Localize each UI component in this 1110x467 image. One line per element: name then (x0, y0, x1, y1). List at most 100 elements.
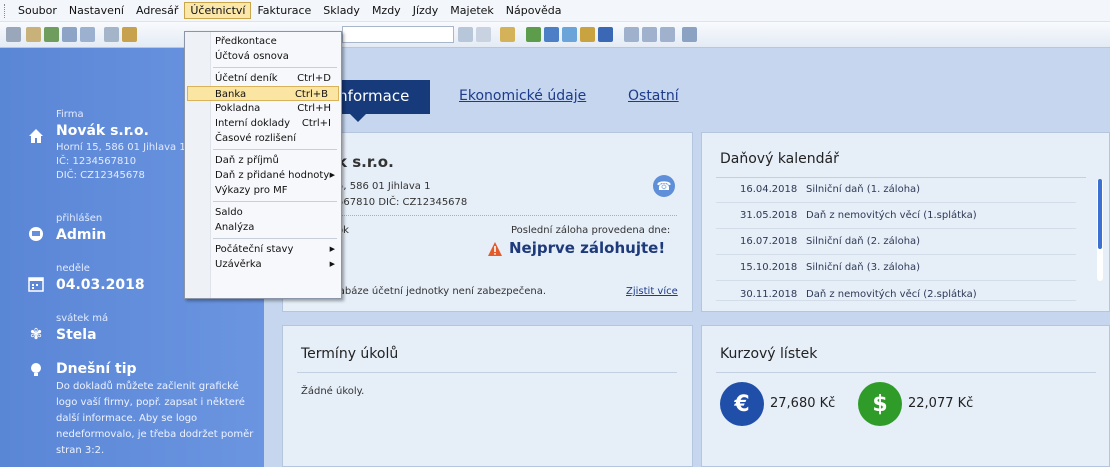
tasks-panel: Termíny úkolů Žádné úkoly. (282, 325, 693, 467)
submenu-arrow-icon: ▶ (329, 171, 335, 179)
menu-saldo[interactable]: Saldo (185, 205, 341, 220)
grid-icon[interactable] (544, 27, 559, 42)
menu-pokladna[interactable]: Pokladna Ctrl+H (185, 101, 341, 116)
rates-divider (716, 372, 1096, 373)
menu-label: Saldo (215, 207, 243, 218)
menu-interni-doklady[interactable]: Interní doklady Ctrl+I (185, 116, 341, 131)
menu-label: Účtová osnova (215, 51, 289, 62)
backup-warning: Nejprve zálohujte! (509, 239, 666, 257)
last-payment-label: Poslední záloha provedena dne: (511, 225, 671, 236)
calendar-scrollbar[interactable] (1097, 179, 1103, 281)
calendar-date: 30.11.2018 (740, 289, 798, 300)
current-date: 04.03.2018 (56, 277, 145, 293)
warning-icon (487, 241, 503, 257)
submenu-arrow-icon: ▶ (329, 245, 335, 253)
menu-analyza[interactable]: Analýza (185, 220, 341, 235)
calendar-icon (28, 276, 44, 292)
menu-ucetni-denik[interactable]: Účetní deník Ctrl+D (185, 71, 341, 86)
tip-title: Dnešní tip (56, 361, 137, 377)
firm-panel-ids: 567810 DIČ: CZ12345678 (337, 197, 468, 208)
firm-panel-title: k s.r.o. (337, 153, 394, 171)
menu-jizdy[interactable]: Jízdy (407, 2, 445, 19)
firm-ic: IČ: 1234567810 (56, 156, 137, 167)
help-icon[interactable] (104, 27, 119, 42)
db-warning-text: Databáze účetní jednotky není zabezpečen… (321, 286, 547, 297)
menu-label: Uzávěrka (215, 259, 262, 270)
firm-dic: DIČ: CZ12345678 (56, 170, 145, 181)
menu-vykazy-pro-mf[interactable]: Výkazy pro MF (185, 183, 341, 198)
calendar-row: 15.10.2018 Silniční daň (3. záloha) (716, 255, 1076, 281)
filter-icon[interactable] (476, 27, 491, 42)
menu-napoveda[interactable]: Nápověda (500, 2, 568, 19)
menu-adresar[interactable]: Adresář (130, 2, 184, 19)
new-document-icon[interactable] (26, 27, 41, 42)
menu-separator (213, 149, 337, 150)
people-icon[interactable] (580, 27, 595, 42)
eur-rate: 27,680 Kč (770, 396, 836, 411)
exchange-rates-panel: Kurzový lístek € 27,680 Kč $ 22,077 Kč (701, 325, 1110, 467)
calendar-date: 16.07.2018 (740, 236, 798, 247)
menu-mzdy[interactable]: Mzdy (366, 2, 407, 19)
help-dropdown-icon[interactable] (682, 27, 697, 42)
lightbulb-icon (28, 362, 44, 378)
menu-label: Interní doklady (215, 118, 291, 129)
table-icon[interactable] (642, 27, 657, 42)
user-block: přihlášen Admin (29, 212, 106, 245)
green-item-icon[interactable] (526, 27, 541, 42)
menu-label: Výkazy pro MF (215, 185, 288, 196)
firm-name: Novák s.r.o. (56, 123, 149, 139)
menu-nastaveni[interactable]: Nastavení (63, 2, 130, 19)
menu-casove-rozliseni[interactable]: Časové rozlišení (185, 131, 341, 146)
calendar-row: 30.11.2018 Daň z nemovitých věcí (2.splá… (716, 281, 1076, 301)
open-icon[interactable] (44, 27, 59, 42)
tab-economic[interactable]: Ekonomické údaje (459, 88, 586, 104)
phone-icon[interactable]: ☎ (653, 175, 675, 197)
menu-soubor[interactable]: Soubor (12, 2, 63, 19)
tip-text: Do dokladů můžete začlenit grafické logo… (56, 381, 254, 456)
day-label: neděle (56, 263, 90, 274)
calendar-text: Silniční daň (3. záloha) (806, 262, 921, 273)
list-icon[interactable] (624, 27, 639, 42)
menu-dan-z-prijmu[interactable]: Daň z příjmů (185, 153, 341, 168)
flower-icon: ✾ (29, 325, 43, 343)
menu-shortcut: Ctrl+D (297, 73, 331, 84)
home-icon (28, 128, 44, 144)
menu-label: Počáteční stavy (215, 244, 294, 255)
ucetnictvi-dropdown: Předkontace Účtová osnova Účetní deník Ct… (184, 31, 342, 299)
learn-more-link[interactable]: Zjistit více (626, 286, 678, 297)
menu-shortcut: Ctrl+B (294, 89, 328, 100)
calendar-row: 31.05.2018 Daň z nemovitých věcí (1.splá… (716, 203, 1076, 229)
tools-icon[interactable] (122, 27, 137, 42)
menu-shortcut: Ctrl+I (301, 118, 331, 129)
report-icon[interactable] (660, 27, 675, 42)
menu-label: Předkontace (215, 36, 277, 47)
calendar-text: Silniční daň (2. záloha) (806, 236, 921, 247)
tab-other[interactable]: Ostatní (628, 88, 679, 104)
folder-icon[interactable] (500, 27, 515, 42)
toolbar-combo[interactable] (342, 26, 454, 43)
menu-ucetnictvi[interactable]: Účetnictví (184, 2, 252, 19)
firm-address: Horní 15, 586 01 Jihlava 1 (56, 142, 186, 153)
menu-uctova-osnova[interactable]: Účtová osnova (185, 49, 341, 64)
exchange-rates-title: Kurzový lístek (720, 346, 818, 362)
menu-banka[interactable]: Banka Ctrl+B (187, 86, 339, 101)
firm-block: Firma Novák s.r.o. Horní 15, 586 01 Jihl… (29, 108, 186, 183)
menu-uzaverka[interactable]: Uzávěrka ▶ (185, 257, 341, 272)
menu-pocatecni-stavy[interactable]: Počáteční stavy ▶ (185, 242, 341, 257)
firm-panel-divider (337, 215, 677, 216)
menu-label: Daň z příjmů (215, 155, 279, 166)
menu-fakturace[interactable]: Fakturace (251, 2, 317, 19)
calculator-icon[interactable] (562, 27, 577, 42)
iban-icon[interactable] (598, 27, 613, 42)
print-icon[interactable] (80, 27, 95, 42)
toolbar-grip-icon (6, 27, 21, 42)
menu-dph[interactable]: Daň z přidané hodnoty ▶ (185, 168, 341, 183)
print-preview-icon[interactable] (62, 27, 77, 42)
menu-majetek[interactable]: Majetek (444, 2, 500, 19)
tax-calendar-panel: Daňový kalendář 16.04.2018 Silniční daň … (701, 132, 1110, 312)
calendar-scroll-thumb[interactable] (1098, 179, 1102, 249)
combo-button-icon[interactable] (458, 27, 473, 42)
nameday-block: ✾ svátek má Stela (30, 312, 108, 345)
menu-predkontace[interactable]: Předkontace (185, 34, 341, 49)
menu-sklady[interactable]: Sklady (317, 2, 366, 19)
